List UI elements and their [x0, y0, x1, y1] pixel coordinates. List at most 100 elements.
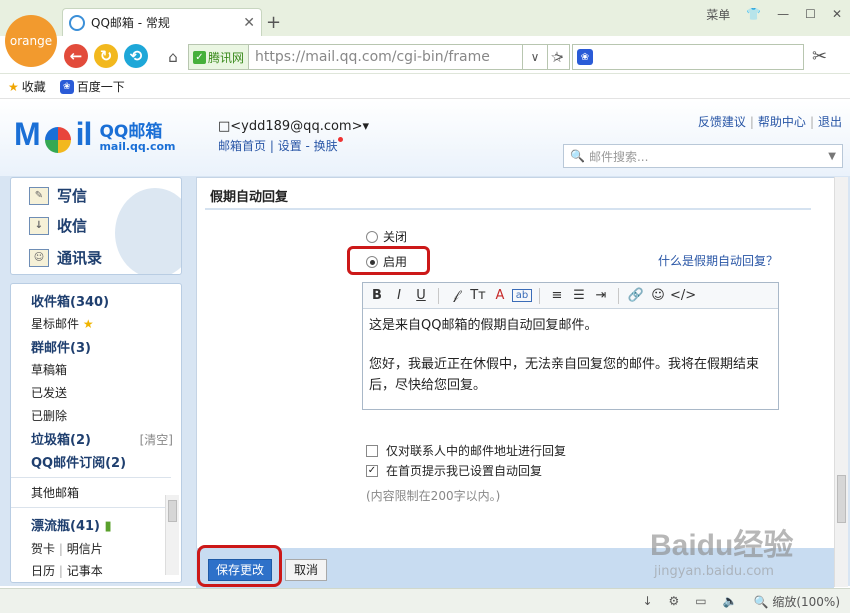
contacts-only-option[interactable]: 仅对联系人中的邮件地址进行回复 — [366, 442, 566, 459]
receive-button[interactable]: ↓ 收信 — [29, 215, 87, 236]
radio-off-circle[interactable] — [366, 230, 378, 243]
rich-text-editor[interactable]: B I U 𝒻 Tт A ab ≡ ☰ ⇥ 🔗 ☺ </> 这是来自QQ邮箱的假… — [362, 282, 779, 410]
scroll-thumb[interactable] — [837, 475, 846, 523]
content-limit-note: (内容限制在200字以内。) — [366, 489, 501, 503]
indent-icon[interactable]: ⇥ — [591, 288, 611, 303]
close-tab-icon[interactable]: ✕ — [243, 15, 255, 31]
bookmark-baidu[interactable]: ❀ 百度一下 — [59, 78, 125, 95]
mail-home-link[interactable]: 邮箱首页 — [218, 139, 266, 153]
baidu-paw-icon: ❀ — [577, 49, 593, 65]
postcard-link[interactable]: 明信片 — [67, 542, 103, 556]
top-links: 反馈建议 | 帮助中心 | 退出 — [697, 115, 842, 129]
highlight-save-annotation — [197, 545, 282, 587]
refresh-button[interactable]: ⟲ — [124, 44, 148, 68]
volume-icon[interactable]: 🔈 — [723, 594, 738, 608]
homepage-notice-checkbox[interactable]: ✓ — [366, 464, 378, 477]
address-url[interactable]: https://mail.qq.com/cgi-bin/frame — [249, 49, 545, 65]
font-size-icon[interactable]: Tт — [468, 288, 488, 303]
account-selector[interactable]: □<ydd189@qq.com>▾ — [218, 119, 369, 134]
align-icon[interactable]: ≡ — [547, 288, 567, 303]
menu-button[interactable]: 菜单 — [698, 6, 738, 23]
qq-mail-logo[interactable]: Mil QQ邮箱 mail.qq.com — [14, 116, 176, 153]
feedback-link[interactable]: 反馈建议 — [698, 115, 746, 129]
left-scrollbar[interactable] — [165, 495, 179, 575]
settings-link[interactable]: 设置 — [278, 139, 302, 153]
cancel-button[interactable]: 取消 — [285, 559, 327, 581]
contacts-only-checkbox[interactable] — [366, 444, 378, 457]
address-dropdown-icon[interactable]: ∨ — [522, 44, 548, 70]
back-button[interactable]: ← — [64, 44, 88, 68]
emoji-icon[interactable]: ☺ — [648, 288, 668, 303]
security-badge[interactable]: ✓ 腾讯网 — [189, 45, 250, 69]
browser-search-input[interactable]: ❀ — [572, 44, 804, 70]
display-icon[interactable]: ▭ — [695, 594, 706, 608]
help-vacation-reply-link[interactable]: 什么是假期自动回复？ — [658, 252, 778, 269]
brand-en: mail.qq.com — [99, 140, 176, 154]
paw-icon: ❀ — [59, 79, 74, 94]
status-bar: ↓ ⚙ ▭ 🔈 🔍 缩放(100%) — [0, 588, 850, 613]
browser-logo[interactable]: orange — [5, 15, 57, 67]
address-bar[interactable]: ✓ 腾讯网 https://mail.qq.com/cgi-bin/frame … — [188, 44, 570, 70]
italic-icon[interactable]: I — [389, 288, 409, 303]
download-icon[interactable]: ↓ — [642, 594, 652, 608]
folder-sent[interactable]: 已发送 — [31, 384, 67, 401]
contacts-button[interactable]: ☺ 通讯录 — [29, 247, 102, 268]
change-skin-link[interactable]: 换肤 — [314, 139, 338, 153]
contacts-icon: ☺ — [29, 248, 49, 267]
forward-button[interactable]: ↻ — [94, 44, 118, 68]
help-center-link[interactable]: 帮助中心 — [758, 115, 806, 129]
underline-icon[interactable]: U — [411, 288, 431, 303]
close-window-icon[interactable]: ✕ — [824, 7, 850, 21]
editor-body[interactable]: 这是来自QQ邮箱的假期自动回复邮件。 您好，我最近正在休假中，无法亲自回复您的邮… — [369, 315, 772, 396]
folder-deleted[interactable]: 已删除 — [31, 407, 67, 424]
scissors-icon[interactable]: ✂ — [812, 46, 827, 67]
folder-inbox[interactable]: 收件箱(340) — [31, 291, 109, 310]
minimize-icon[interactable]: — — [769, 7, 797, 21]
drift-bottle-link[interactable]: 漂流瓶(41) ▮ — [31, 515, 112, 534]
toolbar-separator — [438, 287, 439, 304]
chevron-down-icon[interactable]: ▼ — [828, 151, 836, 162]
zoom-control[interactable]: 🔍 缩放(100%) — [754, 593, 840, 610]
radio-off[interactable]: 关闭 — [366, 228, 407, 245]
home-icon[interactable]: ⌂ — [160, 44, 186, 70]
bookmark-favorites[interactable]: ★ 收藏 — [8, 78, 46, 95]
gear-icon[interactable]: ⚙ — [669, 594, 680, 608]
go-icon[interactable]: > — [548, 44, 570, 70]
maximize-icon[interactable]: ☐ — [797, 7, 824, 21]
new-tab-button[interactable]: + — [266, 12, 281, 33]
calendar-link[interactable]: 日历 — [31, 564, 55, 578]
section-divider — [205, 208, 811, 210]
bold-icon[interactable]: B — [367, 288, 387, 303]
compose-button[interactable]: ✎ 写信 — [29, 185, 87, 206]
primary-actions: ✎ 写信 ↓ 收信 ☺ 通讯录 — [10, 177, 182, 275]
divider — [11, 477, 171, 478]
notepad-link[interactable]: 记事本 — [67, 564, 103, 578]
logout-link[interactable]: 退出 — [818, 115, 842, 129]
other-mailbox-link[interactable]: 其他邮箱 — [31, 484, 79, 501]
folder-subscriptions[interactable]: QQ邮件订阅(2) — [31, 452, 126, 471]
greeting-card-link[interactable]: 贺卡 — [31, 542, 55, 556]
tool-links: 日历 | 记事本 — [31, 564, 103, 578]
security-label: 腾讯网 — [208, 50, 245, 65]
skin-icon[interactable]: 👕 — [738, 7, 769, 21]
mail-search-input[interactable]: 🔍 邮件搜索... ▼ — [563, 144, 843, 168]
folder-spam[interactable]: 垃圾箱(2) — [31, 429, 91, 448]
folder-list: 收件箱(340) 星标邮件 ★ 群邮件(3) 草稿箱 已发送 已删除 垃圾箱(2… — [10, 283, 182, 583]
card-links: 贺卡 | 明信片 — [31, 542, 103, 556]
font-icon[interactable]: 𝒻 — [446, 288, 466, 303]
scroll-thumb[interactable] — [168, 500, 177, 522]
folder-drafts[interactable]: 草稿箱 — [31, 361, 67, 378]
browser-tab[interactable]: QQ邮箱 - 常规 ✕ — [62, 8, 262, 36]
tab-title: QQ邮箱 - 常规 — [91, 16, 170, 30]
homepage-notice-option[interactable]: ✓ 在首页提示我已设置自动回复 — [366, 462, 542, 479]
text-color-icon[interactable]: A — [490, 288, 510, 303]
folder-starred[interactable]: 星标邮件 ★ — [31, 315, 94, 332]
clear-spam-link[interactable]: [清空] — [140, 431, 173, 448]
link-icon[interactable]: 🔗 — [626, 288, 646, 303]
highlight-enable-annotation — [347, 246, 430, 275]
penguin-decoration — [115, 188, 181, 274]
background-color-icon[interactable]: ab — [512, 289, 532, 302]
html-source-icon[interactable]: </> — [670, 288, 696, 303]
bullet-list-icon[interactable]: ☰ — [569, 288, 589, 303]
folder-group[interactable]: 群邮件(3) — [31, 337, 91, 356]
